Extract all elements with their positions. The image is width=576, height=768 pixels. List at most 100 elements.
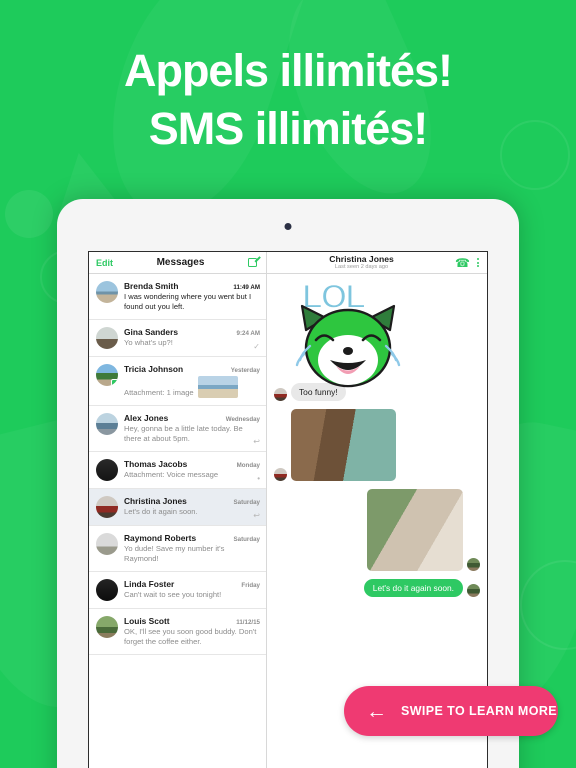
conversation-list-panel: Edit Messages Brenda Smith 11:49 AM I was … [89,252,267,768]
conversation-content: Alex Jones Wednesday Hey, gonna be a littl… [124,413,260,444]
headline-line-2: SMS illimités! [148,103,429,154]
ring-watermark [520,560,576,650]
conversation-content: Raymond Roberts Saturday Yo dude! Save my … [124,533,260,564]
conversation-bottom-line: Can't wait to see you tonight! [124,589,260,600]
chat-header: Christina Jones Last seen 2 days ago ☎ [267,252,487,274]
messages-title: Messages [156,257,205,268]
conversation-row[interactable]: Christina Jones Saturday Let's do it again… [89,489,266,526]
microphone-icon: • [254,474,260,483]
conversation-preview: Attachment: 1 image [124,388,194,397]
online-badge-icon [111,379,118,386]
conversation-top-line: Louis Scott 11/12/15 [124,616,260,626]
headline-line-1: Appels illimités! [123,45,453,96]
fox-face-svg [295,304,401,388]
conversation-bottom-line: Yo what's up?! [124,337,260,348]
conversation-bottom-line: Hey, gonna be a little late today. Be th… [124,423,260,444]
conversation-content: Christina Jones Saturday Let's do it again… [124,496,260,517]
conversation-name: Thomas Jacobs [124,459,188,469]
chat-messages: Too funny! Let's do it again soon. [274,383,480,597]
message-bubble[interactable]: Let's do it again soon. [363,579,463,597]
avatar [96,579,118,601]
conversation-name: Louis Scott [124,616,170,626]
message-avatar [467,584,480,597]
conversation-name: Alex Jones [124,413,169,423]
conversation-preview: Can't wait to see you tonight! [124,590,222,599]
swipe-to-learn-more-button[interactable]: ← SWIPE TO LEARN MORE [344,686,558,736]
conversation-bottom-line: Attachment: Voice message [124,469,260,480]
conversation-bottom-line: Yo dude! Save my number it's Raymond! [124,543,260,564]
tablet-device-frame: Edit Messages Brenda Smith 11:49 AM I was … [57,199,519,768]
conversation-bottom-line: I was wondering where you went but I fou… [124,291,260,312]
message-photo[interactable] [367,489,463,571]
conversation-top-line: Alex Jones Wednesday [124,413,260,423]
conversation-timestamp: 11:49 AM [233,284,260,291]
avatar [96,327,118,349]
conversation-list[interactable]: Brenda Smith 11:49 AM I was wondering wher… [89,274,266,768]
avatar [96,496,118,518]
reply-icon: ↩ [253,511,260,520]
conversation-row[interactable]: Linda Foster Friday Can't wait to see you … [89,572,266,609]
promo-headline: Appels illimités! SMS illimités! [0,42,576,158]
conversation-row[interactable]: Alex Jones Wednesday Hey, gonna be a littl… [89,406,266,452]
chat-message-row [274,489,480,571]
chat-contact-name: Christina Jones [329,253,394,264]
conversation-top-line: Thomas Jacobs Monday [124,459,260,469]
edit-button[interactable]: Edit [96,258,113,268]
conversation-top-line: Linda Foster Friday [124,579,260,589]
conversation-content: Tricia Johnson Yesterday Attachment: 1 ima… [124,364,260,398]
avatar [96,413,118,435]
conversation-row[interactable]: Tricia Johnson Yesterday Attachment: 1 ima… [89,357,266,406]
overflow-menu-icon[interactable] [476,258,480,267]
chat-last-seen: Last seen 2 days ago [334,263,389,270]
conversation-content: Louis Scott 11/12/15 OK, I'll see you soon… [124,616,260,647]
attachment-thumbnail[interactable] [197,376,238,398]
avatar [96,281,118,303]
conversation-preview: Let's do it again soon. [124,507,198,516]
conversation-timestamp: 9:24 AM [236,330,261,337]
conversation-row[interactable]: Gina Sanders 9:24 AM Yo what's up?! ✓ [89,320,266,357]
avatar [96,533,118,555]
cta-label: SWIPE TO LEARN MORE [401,704,557,718]
message-avatar [274,468,287,481]
conversation-timestamp: Saturday [233,499,260,506]
messages-header: Edit Messages [89,252,266,274]
avatar [96,459,118,481]
conversation-bottom-line: Attachment: 1 image [124,374,260,398]
conversation-name: Gina Sanders [124,327,178,337]
conversation-preview: I was wondering where you went but I fou… [124,292,252,311]
compose-pencil-icon[interactable] [248,256,261,268]
laughing-fox-sticker: LOL [280,277,480,388]
conversation-timestamp: Monday [236,462,260,469]
avatar [96,364,118,386]
conversation-top-line: Tricia Johnson Yesterday [124,364,260,374]
conversation-content: Brenda Smith 11:49 AM I was wondering wher… [124,281,260,312]
conversation-name: Linda Foster [124,579,175,589]
message-avatar [274,388,287,401]
conversation-row[interactable]: Raymond Roberts Saturday Yo dude! Save my … [89,526,266,572]
conversation-content: Linda Foster Friday Can't wait to see you … [124,579,260,600]
front-camera-icon [284,223,292,230]
chat-message-row: Let's do it again soon. [274,579,480,597]
conversation-name: Raymond Roberts [124,533,197,543]
conversation-row[interactable]: Louis Scott 11/12/15 OK, I'll see you soon… [89,609,266,655]
conversation-timestamp: Wednesday [225,416,260,423]
conversation-top-line: Gina Sanders 9:24 AM [124,327,260,337]
conversation-row[interactable]: Brenda Smith 11:49 AM I was wondering wher… [89,274,266,320]
conversation-top-line: Brenda Smith 11:49 AM [124,281,260,291]
conversation-preview: Yo what's up?! [124,338,173,347]
conversation-timestamp: Yesterday [230,367,260,374]
message-avatar [467,558,480,571]
conversation-name: Christina Jones [124,496,187,506]
phone-icon[interactable]: ☎ [455,256,470,270]
conversation-top-line: Raymond Roberts Saturday [124,533,260,543]
chat-contact-info: Christina Jones Last seen 2 days ago [274,255,449,271]
message-photo[interactable] [291,409,396,481]
conversation-preview: Hey, gonna be a little late today. Be th… [124,424,243,443]
arrow-left-icon: ← [366,699,387,723]
check-icon: ✓ [253,342,260,351]
conversation-preview: Attachment: Voice message [124,470,219,479]
reply-icon: ↩ [253,437,260,446]
conversation-timestamp: Friday [241,582,260,589]
conversation-row[interactable]: Thomas Jacobs Monday Attachment: Voice mes… [89,452,266,489]
conversation-top-line: Christina Jones Saturday [124,496,260,506]
